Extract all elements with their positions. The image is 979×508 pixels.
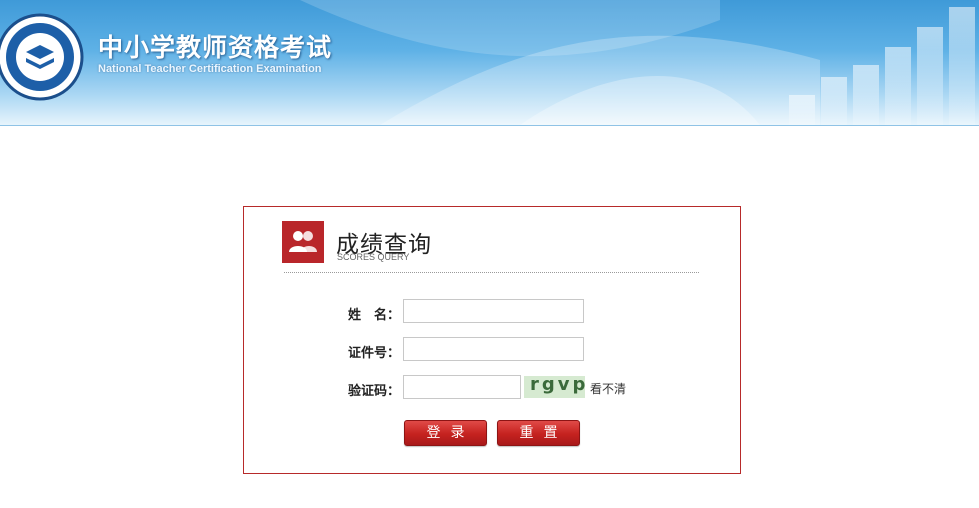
name-row: 姓 名： bbox=[244, 299, 742, 325]
id-number-label: 证件号： bbox=[347, 346, 400, 361]
captcha-label: 验证码： bbox=[347, 384, 400, 399]
users-icon bbox=[282, 221, 324, 263]
captcha-image[interactable]: rgvp bbox=[524, 376, 585, 398]
site-subtitle: National Teacher Certification Examinati… bbox=[98, 63, 322, 75]
reset-button[interactable]: 重置 bbox=[497, 420, 580, 446]
exam-emblem-icon bbox=[0, 13, 84, 101]
login-button[interactable]: 登录 bbox=[404, 420, 487, 446]
captcha-text: rgvp bbox=[530, 376, 585, 395]
captcha-row: 验证码： rgvp 看不清 bbox=[244, 375, 742, 401]
site-title: 中小学教师资格考试 bbox=[98, 33, 333, 62]
score-query-panel: 成绩查询 SCORES QUERY 姓 名： 证件号： 验证码： rgvp 看不… bbox=[243, 206, 741, 474]
name-label: 姓 名： bbox=[347, 308, 400, 323]
banner-divider bbox=[0, 125, 979, 126]
panel-divider bbox=[284, 272, 699, 273]
captcha-input[interactable] bbox=[403, 375, 521, 399]
bar-chart-graphic bbox=[749, 5, 979, 125]
id-number-input[interactable] bbox=[403, 337, 584, 361]
name-input[interactable] bbox=[403, 299, 584, 323]
captcha-refresh-link[interactable]: 看不清 bbox=[590, 380, 626, 397]
id-row: 证件号： bbox=[244, 337, 742, 363]
header-banner: 中小学教师资格考试 National Teacher Certification… bbox=[0, 0, 979, 125]
panel-subtitle: SCORES QUERY bbox=[337, 252, 410, 262]
